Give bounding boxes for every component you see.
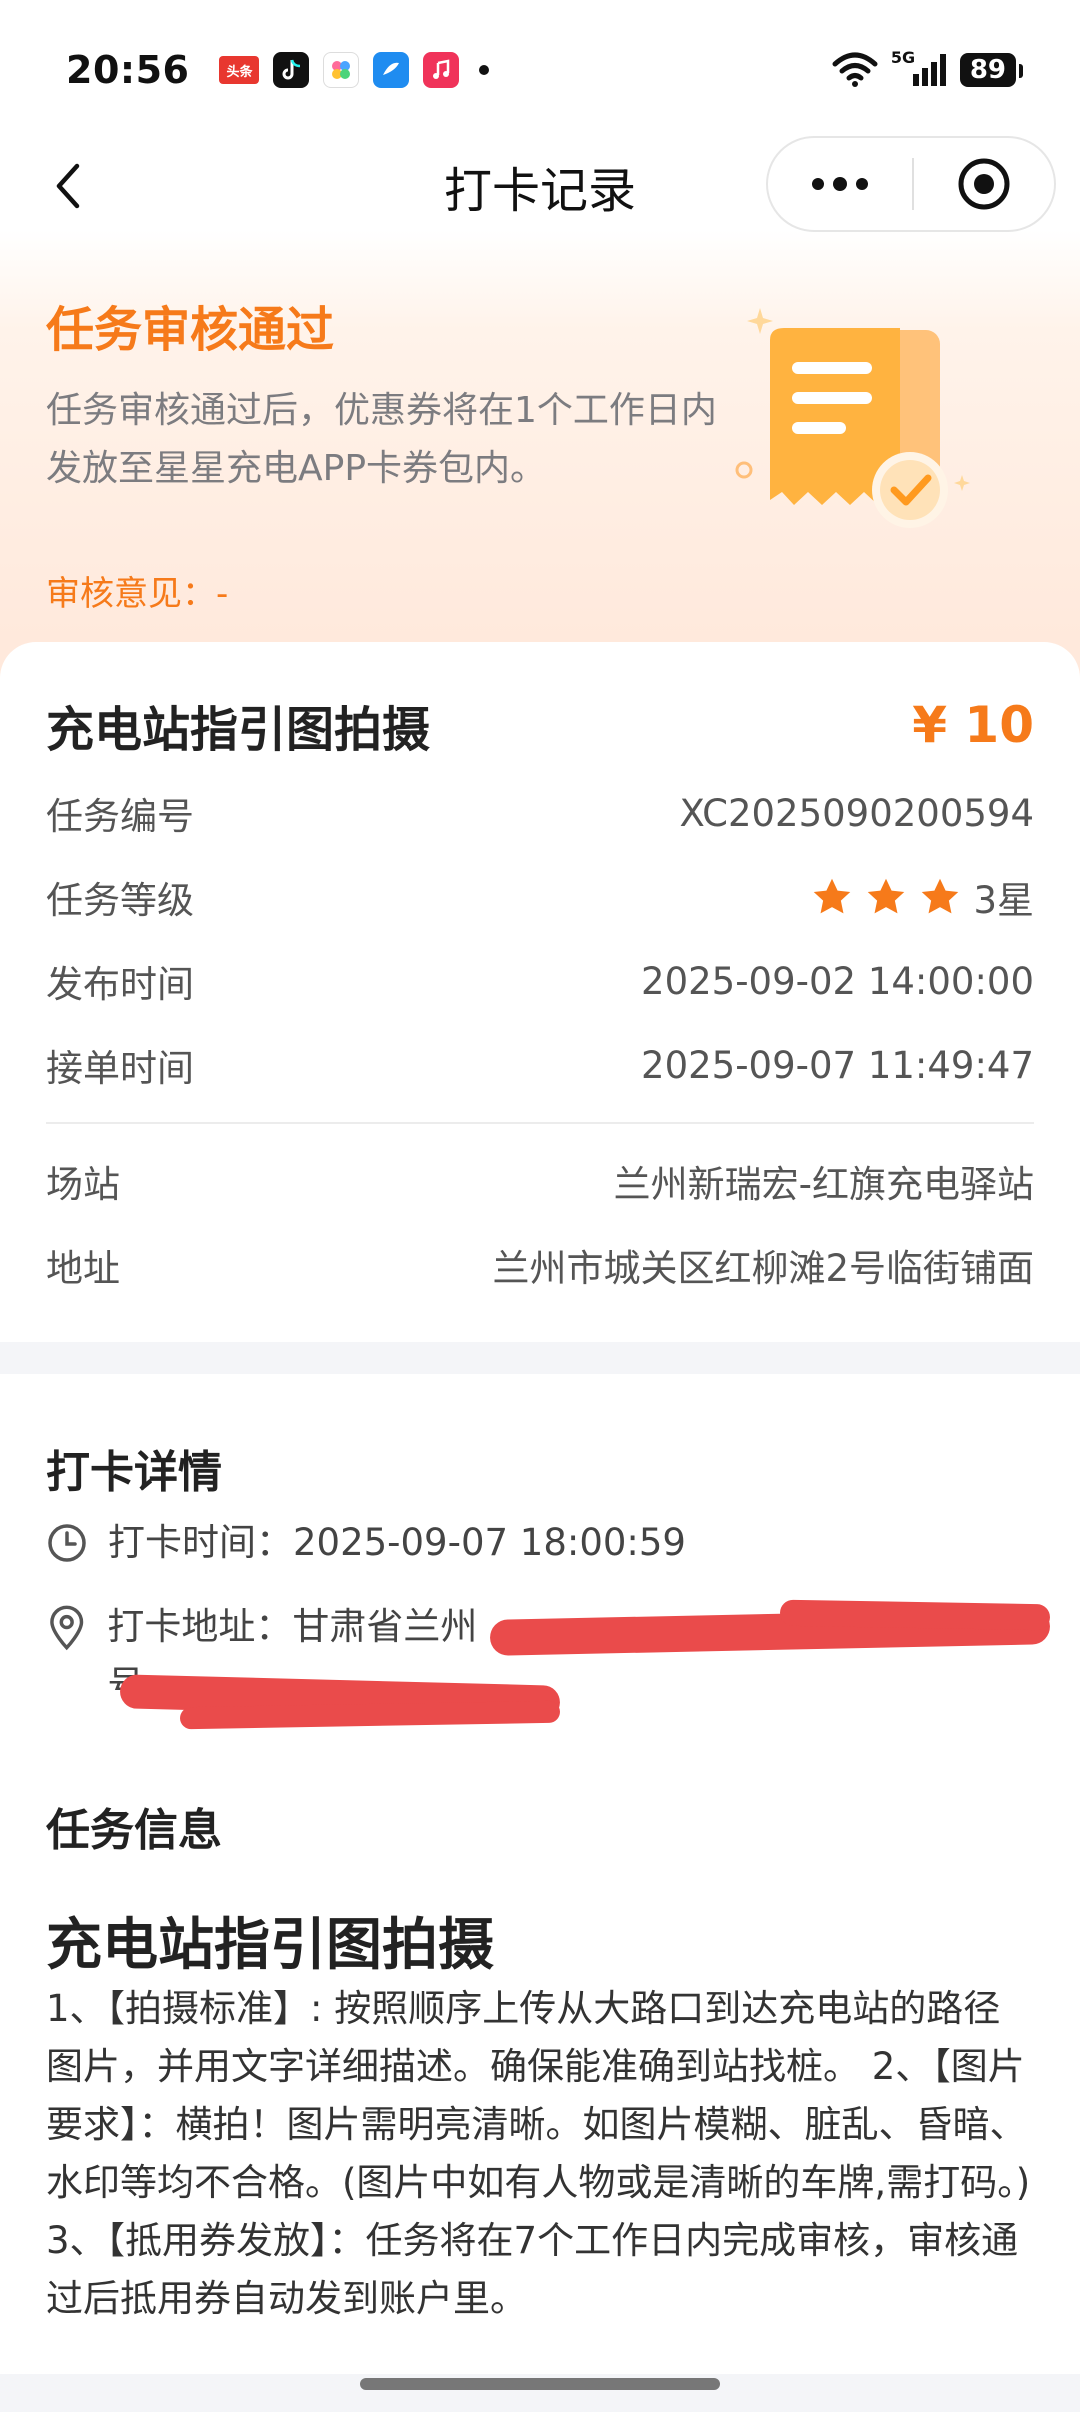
task-card: 充电站指引图拍摄 ¥ 10 任务编号 XC2025090200594 任务等级 …: [0, 642, 1080, 1342]
network-type: 5G: [890, 48, 916, 67]
review-comment-value: -: [216, 574, 229, 614]
task-info-description: 1、【拍摄标准】: 按照顺序上传从大路口到达充电站的路径图片，并用文字详细描述。…: [46, 1987, 1031, 2320]
task-info-section-title: 任务信息: [46, 1805, 222, 1856]
star-icon: [868, 878, 905, 914]
details-section: 打卡详情 打卡时间：2025-09-07 18:00:59 打卡地址：甘肃省兰州…: [0, 1374, 1080, 2374]
task-level-stars: 3星: [811, 870, 1034, 924]
page-title: 打卡记录: [443, 163, 636, 219]
checkin-time-value: 2025-09-07 18:00:59: [293, 1521, 686, 1564]
publish-time-row: 发布时间 2025-09-02 14:00:00: [46, 954, 1034, 1008]
checkin-time-label: 打卡时间：: [108, 1521, 293, 1564]
address-value: 兰州市城关区红柳滩2号临街铺面: [492, 1247, 1034, 1290]
notification-icons: 头条: [219, 52, 490, 88]
checkin-time-row: 打卡时间：2025-09-07 18:00:59: [46, 1514, 1034, 1572]
review-comment: 审核意见：-: [46, 566, 228, 615]
task-info-title: 充电站指引图拍摄: [46, 1913, 494, 1978]
close-miniprogram-button[interactable]: [914, 157, 1054, 211]
music-app-icon: [423, 52, 460, 88]
star-icon: [922, 878, 959, 914]
station-row: 场站 兰州新瑞宏-红旗充电驿站: [46, 1154, 1034, 1208]
review-status-banner: 任务审核通过 任务审核通过后，优惠券将在1个工作日内发放至星星充电APP卡券包内…: [46, 290, 746, 498]
task-level-label: 任务等级: [46, 879, 194, 922]
clock-icon: [48, 1524, 86, 1562]
accept-time-value: 2025-09-07 11:49:47: [641, 1043, 1034, 1087]
checkin-address-label: 打卡地址：: [107, 1605, 293, 1648]
review-comment-label: 审核意见：: [46, 574, 216, 614]
task-level-value: 3星: [973, 879, 1034, 922]
wifi-icon: [832, 52, 878, 87]
task-reward: ¥ 10: [912, 696, 1034, 754]
checkin-address-value: 甘肃省兰州: [292, 1605, 478, 1648]
publish-time-label: 发布时间: [46, 963, 194, 1006]
home-indicator[interactable]: [360, 2378, 720, 2390]
task-number-value: XC2025090200594: [679, 791, 1034, 835]
nav-bar: 打卡记录: [0, 136, 1080, 236]
target-close-icon: [958, 158, 1010, 210]
status-indicators: 5G 89: [831, 48, 1024, 88]
review-status-description: 任务审核通过后，优惠券将在1个工作日内发放至星星充电APP卡券包内。: [46, 390, 717, 489]
more-dots-icon: [812, 177, 868, 191]
back-button[interactable]: [38, 156, 98, 216]
publish-time-value: 2025-09-02 14:00:00: [641, 959, 1034, 1003]
task-title: 充电站指引图拍摄: [46, 702, 431, 758]
toutiao-app-icon: 头条: [219, 56, 260, 84]
more-notifications-dot: [479, 65, 490, 75]
address-row: 地址 兰州市城关区红柳滩2号临街铺面: [46, 1238, 1034, 1292]
more-button[interactable]: [768, 176, 912, 192]
bird-app-icon: [373, 52, 410, 88]
task-number-label: 任务编号: [46, 795, 194, 838]
mini-program-capsule: [766, 136, 1056, 232]
card-divider: [46, 1122, 1034, 1124]
task-level-row: 任务等级 3星: [46, 870, 1034, 924]
task-number-row: 任务编号 XC2025090200594: [46, 786, 1034, 840]
location-pin-icon: [50, 1605, 84, 1651]
status-bar: 20:56 头条 5G 89: [0, 0, 1080, 140]
review-status-title: 任务审核通过: [46, 302, 335, 358]
station-value: 兰州新瑞宏-红旗充电驿站: [613, 1163, 1034, 1206]
address-label: 地址: [46, 1247, 120, 1290]
redaction-mark: [779, 1599, 1051, 1631]
accept-time-label: 接单时间: [46, 1047, 194, 1090]
checkin-section-title: 打卡详情: [46, 1447, 222, 1498]
status-time: 20:56: [66, 48, 190, 92]
receipt-approved-icon: [735, 308, 970, 528]
accept-time-row: 接单时间 2025-09-07 11:49:47: [46, 1038, 1034, 1092]
chevron-left-icon: [56, 163, 80, 209]
battery-indicator: 89: [959, 53, 1024, 87]
star-icon: [814, 878, 851, 914]
station-label: 场站: [46, 1163, 120, 1206]
task-card-header: 充电站指引图拍摄 ¥ 10: [46, 690, 1034, 760]
flower-app-icon: [323, 52, 360, 88]
tiktok-app-icon: [273, 52, 310, 88]
cell-signal-icon: 5G: [891, 48, 946, 86]
